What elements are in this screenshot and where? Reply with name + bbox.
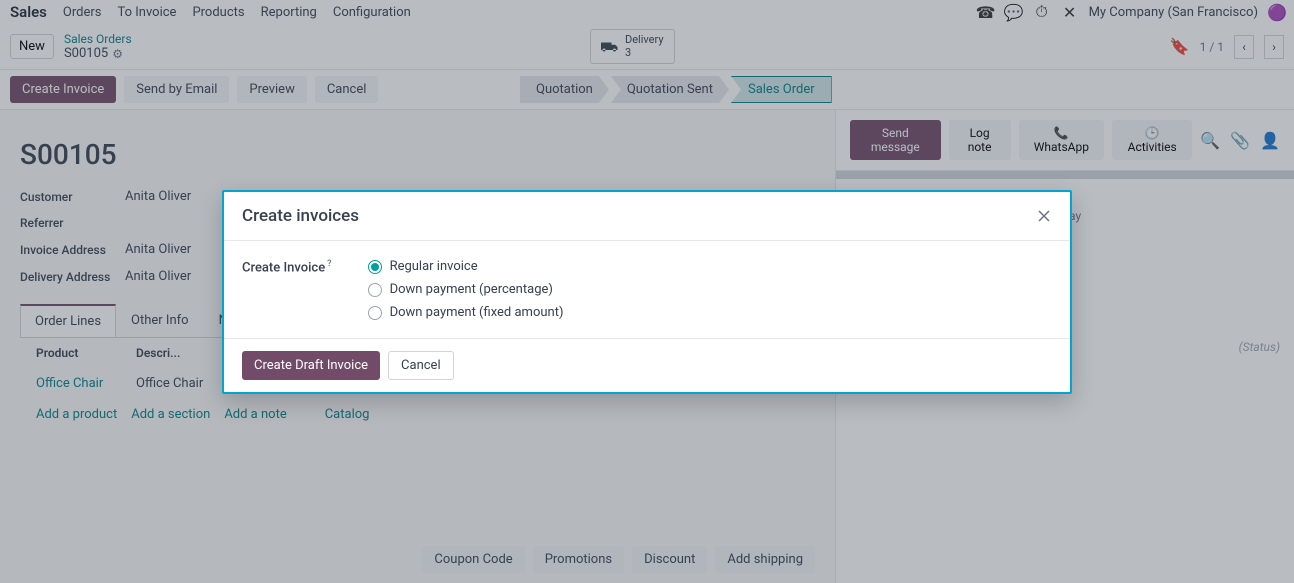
radio-dot-icon xyxy=(368,283,382,297)
modal-cancel-button[interactable]: Cancel xyxy=(388,351,454,380)
modal-close-button[interactable] xyxy=(1036,208,1052,224)
help-icon[interactable]: ? xyxy=(327,259,331,269)
modal-title: Create invoices xyxy=(242,206,359,226)
create-invoices-modal: Create invoices Create Invoice? Regular … xyxy=(222,190,1072,394)
radio-down-payment-percentage[interactable]: Down payment (percentage) xyxy=(368,282,564,297)
create-draft-invoice-button[interactable]: Create Draft Invoice xyxy=(242,351,380,380)
radio-regular-invoice[interactable]: Regular invoice xyxy=(368,259,564,274)
modal-overlay: Create invoices Create Invoice? Regular … xyxy=(0,0,1294,583)
radio-down-payment-fixed[interactable]: Down payment (fixed amount) xyxy=(368,305,564,320)
radio-dot-icon xyxy=(368,306,382,320)
radio-fixed-label: Down payment (fixed amount) xyxy=(390,305,564,320)
radio-dot-icon xyxy=(368,260,382,274)
create-invoice-field-label: Create Invoice? xyxy=(242,259,332,320)
close-icon xyxy=(1036,208,1052,224)
radio-pct-label: Down payment (percentage) xyxy=(390,282,553,297)
radio-regular-label: Regular invoice xyxy=(390,259,478,274)
